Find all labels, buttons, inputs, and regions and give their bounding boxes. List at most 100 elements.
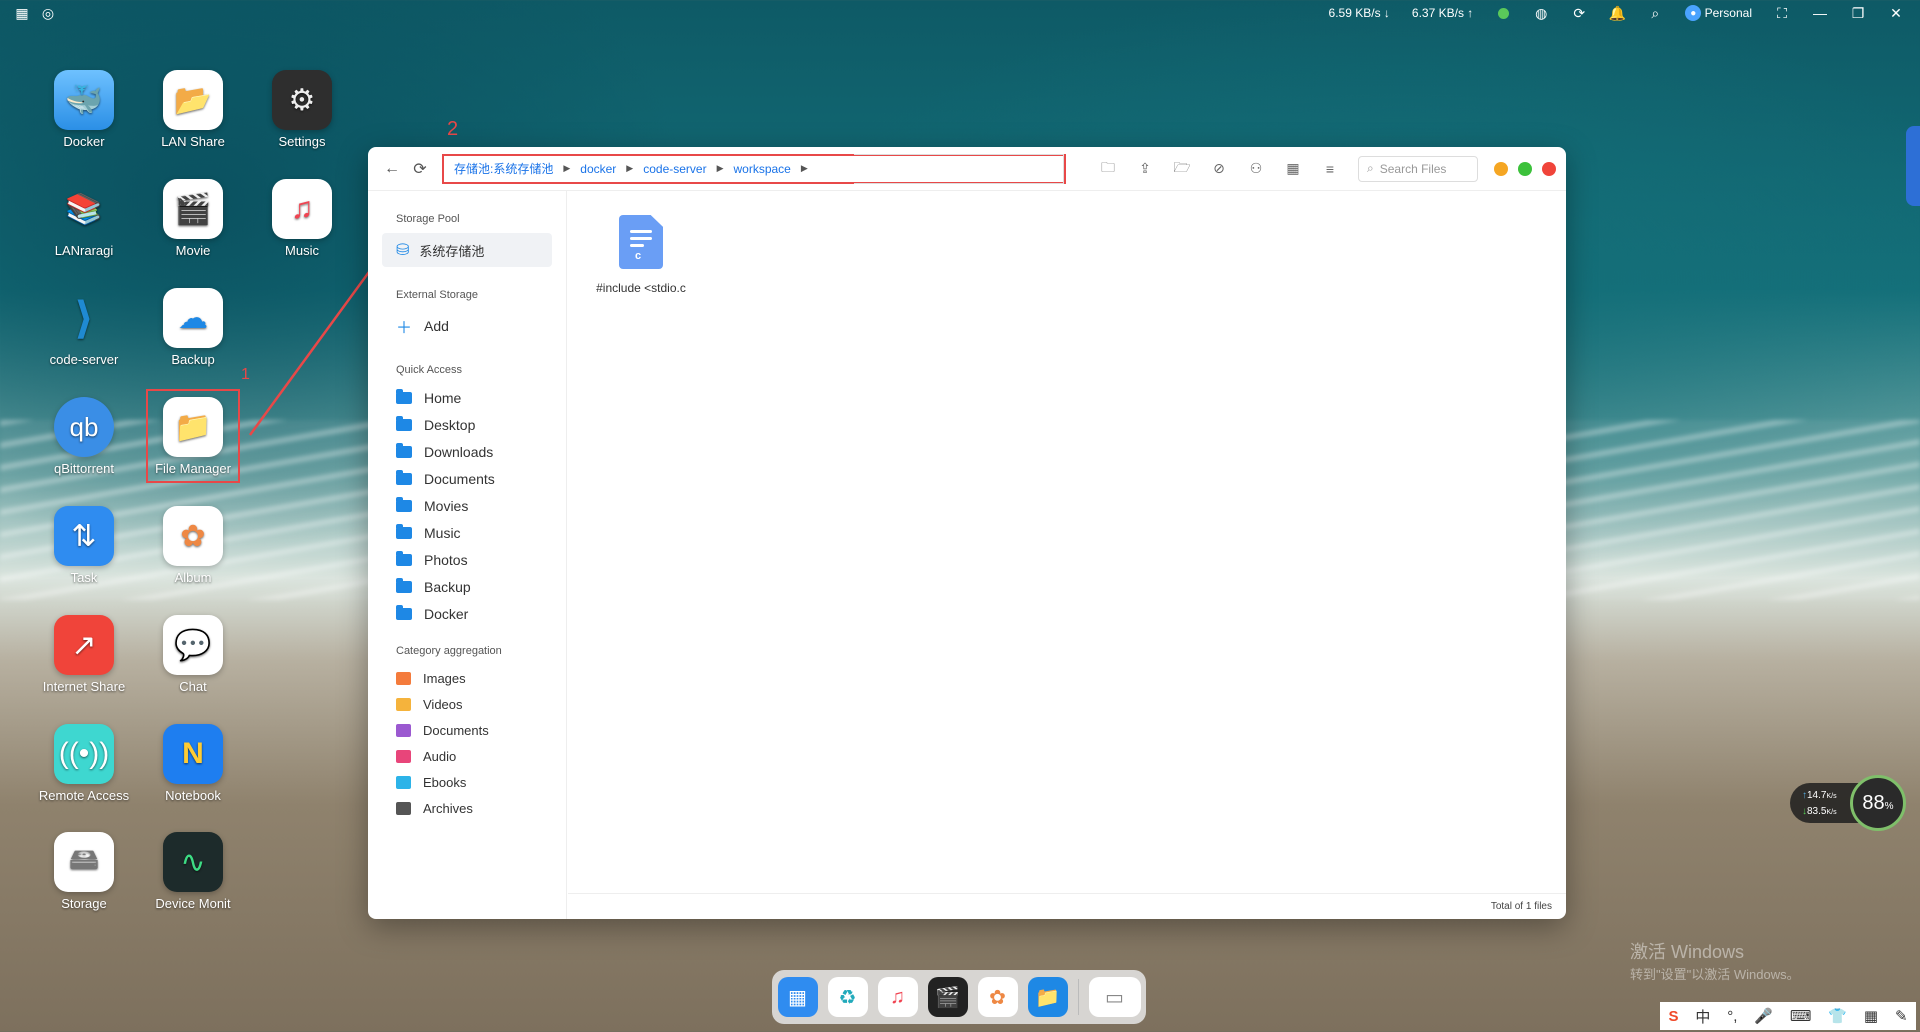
sidebar-item-add[interactable]: ＋ Add bbox=[382, 309, 552, 342]
search-icon: ⌕ bbox=[1367, 161, 1374, 175]
share-users-icon[interactable]: ⚇ bbox=[1242, 155, 1270, 183]
sidebar-item-label: Documents bbox=[424, 470, 495, 487]
toolbox-icon[interactable]: ▦ bbox=[1864, 1007, 1878, 1025]
folder-icon bbox=[396, 442, 412, 458]
sidebar-item-archives[interactable]: Archives bbox=[382, 795, 552, 821]
sidebar-item-label: Music bbox=[424, 524, 461, 541]
folder-icon bbox=[396, 604, 412, 620]
file-list-area: c #include <stdio.c bbox=[568, 191, 1566, 893]
search-input[interactable]: ⌕ Search Files bbox=[1358, 155, 1478, 182]
grid-view-icon[interactable]: ▦ bbox=[1279, 155, 1307, 183]
sidebar-item-label: Downloads bbox=[424, 443, 494, 460]
dock-running-window-icon[interactable]: ▭ bbox=[1088, 977, 1141, 1017]
ebook-icon bbox=[396, 775, 411, 789]
database-icon: ⛁ bbox=[396, 242, 410, 259]
dock-recycle-bin-icon[interactable]: ♻ bbox=[827, 977, 868, 1017]
file-manager-sidebar: Storage Pool ⛁ 系统存储池 External Storage ＋ … bbox=[368, 191, 567, 919]
hide-icon[interactable]: ⊘ bbox=[1205, 155, 1233, 183]
sidebar-item-label: Ebooks bbox=[423, 774, 467, 790]
search-placeholder: Search Files bbox=[1379, 161, 1447, 176]
sidebar-item-storage-pool[interactable]: ⛁ 系统存储池 bbox=[382, 233, 552, 267]
sidebar-item-downloads[interactable]: Downloads bbox=[382, 438, 552, 465]
microphone-icon[interactable]: 🎤 bbox=[1754, 1007, 1773, 1025]
sidebar-item-documents[interactable]: Documents bbox=[382, 465, 552, 492]
file-manager-toolbar: ← ⟳ 存储池:系统存储池 ▶ docker ▶ code-server ▶ w… bbox=[368, 147, 1566, 191]
folder-icon bbox=[396, 496, 412, 512]
maximize-window-button[interactable] bbox=[1518, 161, 1532, 176]
sidebar-item-music[interactable]: Music bbox=[382, 519, 552, 546]
sidebar-item-label: Movies bbox=[424, 497, 469, 514]
status-bar: Total of 1 files bbox=[568, 893, 1566, 919]
sidebar-item-label: Images bbox=[423, 670, 466, 686]
folder-icon bbox=[396, 550, 412, 566]
sidebar-item-ebooks[interactable]: Ebooks bbox=[382, 769, 552, 795]
sidebar-item-docker[interactable]: Docker bbox=[382, 600, 552, 627]
sort-icon[interactable]: ≡ bbox=[1316, 155, 1344, 183]
refresh-icon[interactable]: ⟳ bbox=[406, 155, 434, 183]
sidebar-item-videos[interactable]: Videos bbox=[382, 691, 552, 717]
dock-music-icon[interactable]: ♫ bbox=[877, 977, 918, 1017]
breadcrumb-item[interactable]: docker bbox=[580, 162, 616, 176]
edge-widget[interactable] bbox=[1906, 126, 1920, 206]
breadcrumb-item[interactable]: workspace bbox=[734, 162, 791, 176]
ime-language-toggle[interactable]: 中 bbox=[1695, 1006, 1710, 1027]
cpu-gauge: 88% bbox=[1850, 775, 1906, 831]
sidebar-item-audio[interactable]: Audio bbox=[382, 743, 552, 769]
sidebar-item-label: 系统存储池 bbox=[419, 243, 485, 259]
caret-right-icon: ▶ bbox=[626, 163, 634, 173]
breadcrumb-item[interactable]: 存储池:系统存储池 bbox=[454, 160, 553, 177]
dock: ▦ ♻ ♫ 🎬 ✿ 📁 ▭ bbox=[772, 970, 1146, 1024]
keyboard-icon[interactable]: ⌨ bbox=[1790, 1007, 1812, 1025]
caret-right-icon: ▶ bbox=[716, 163, 724, 173]
folder-icon bbox=[396, 469, 412, 485]
caret-right-icon: ▶ bbox=[563, 163, 571, 173]
minimize-window-button[interactable] bbox=[1494, 161, 1508, 176]
upload-icon[interactable]: ⇪ bbox=[1131, 155, 1159, 183]
sidebar-item-label: Backup bbox=[424, 578, 471, 595]
back-arrow-icon[interactable]: ← bbox=[378, 155, 406, 183]
path-input-area[interactable] bbox=[854, 153, 1064, 184]
sidebar-item-cat-documents[interactable]: Documents bbox=[382, 717, 552, 743]
file-item[interactable]: c #include <stdio.c bbox=[586, 215, 696, 295]
extra-icon[interactable]: ✎ bbox=[1895, 1007, 1908, 1025]
sidebar-item-label: Videos bbox=[423, 696, 463, 712]
audio-icon bbox=[396, 749, 411, 763]
folder-icon bbox=[396, 523, 412, 539]
annotation-number-2: 2 bbox=[447, 118, 459, 140]
sidebar-item-label: Add bbox=[424, 317, 449, 334]
activation-watermark: 激活 Windows 转到"设置"以激活 Windows。 bbox=[1630, 942, 1800, 982]
dock-album-icon[interactable]: ✿ bbox=[977, 977, 1018, 1017]
folder-icon bbox=[396, 577, 412, 593]
sidebar-item-movies[interactable]: Movies bbox=[382, 492, 552, 519]
section-title-external-storage: External Storage bbox=[396, 289, 478, 301]
sidebar-item-backup[interactable]: Backup bbox=[382, 573, 552, 600]
punctuation-icon[interactable]: °, bbox=[1727, 1008, 1737, 1025]
dock-app-grid-icon[interactable]: ▦ bbox=[777, 977, 818, 1017]
section-title-quick-access: Quick Access bbox=[396, 364, 463, 376]
sidebar-item-images[interactable]: Images bbox=[382, 665, 552, 691]
sogou-logo-icon[interactable]: S bbox=[1668, 1008, 1678, 1025]
file-name: #include <stdio.c bbox=[596, 281, 686, 295]
file-manager-window: ← ⟳ 存储池:系统存储池 ▶ docker ▶ code-server ▶ w… bbox=[368, 147, 1566, 919]
breadcrumb-item[interactable]: code-server bbox=[643, 162, 706, 176]
folder-upload-icon[interactable]: 🗁 bbox=[1168, 155, 1196, 183]
close-window-button[interactable] bbox=[1542, 161, 1556, 176]
image-icon bbox=[396, 671, 411, 685]
section-title-storage-pool: Storage Pool bbox=[396, 213, 460, 225]
video-icon bbox=[396, 697, 411, 711]
document-icon bbox=[396, 723, 411, 737]
ime-toolbar: S 中 °, 🎤 ⌨ 👕 ▦ ✎ bbox=[1660, 1002, 1916, 1030]
file-count-text: Total of 1 files bbox=[1490, 901, 1552, 912]
sidebar-item-desktop[interactable]: Desktop bbox=[382, 411, 552, 438]
new-folder-icon[interactable]: 🗀 bbox=[1094, 155, 1122, 183]
dock-movie-icon[interactable]: 🎬 bbox=[927, 977, 968, 1017]
dock-file-manager-icon[interactable]: 📁 bbox=[1027, 977, 1068, 1017]
skin-icon[interactable]: 👕 bbox=[1828, 1007, 1847, 1025]
breadcrumb: 存储池:系统存储池 ▶ docker ▶ code-server ▶ works… bbox=[442, 153, 1066, 184]
c-file-icon: c bbox=[619, 215, 663, 269]
sidebar-item-home[interactable]: Home bbox=[382, 384, 552, 411]
plus-icon: ＋ bbox=[396, 319, 413, 337]
caret-right-icon: ▶ bbox=[800, 163, 808, 173]
sidebar-item-photos[interactable]: Photos bbox=[382, 546, 552, 573]
network-widget[interactable]: ↑14.7K/s ↓83.5K/s 88% bbox=[1790, 775, 1910, 831]
